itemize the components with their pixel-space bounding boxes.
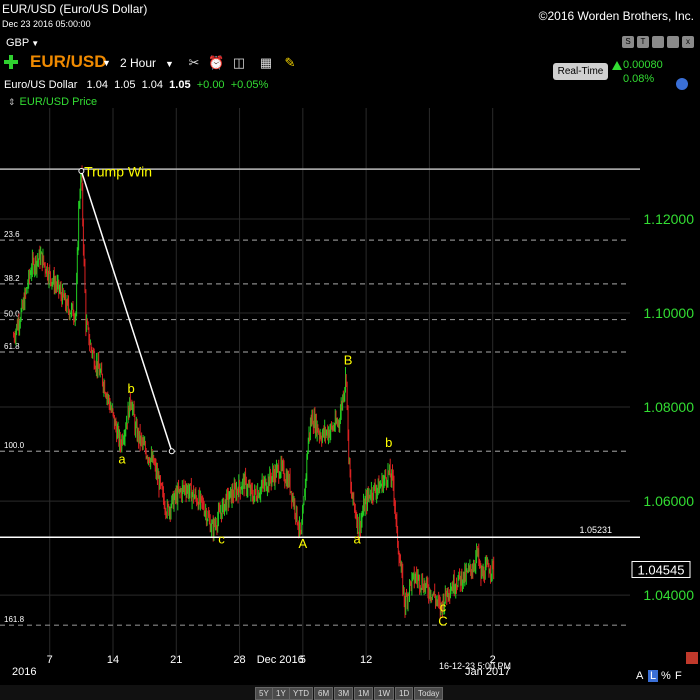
overlay-lines: 1.05231 (0, 168, 640, 538)
range-1m[interactable]: 1M (354, 687, 374, 700)
wave-label: b (385, 435, 392, 450)
scale-f-button[interactable]: F (675, 670, 682, 682)
support-label: 1.05231 (579, 525, 612, 535)
price-bars (13, 165, 495, 620)
x-tick-label: 12 (360, 654, 372, 666)
range-today[interactable]: Today (414, 687, 444, 700)
y-tick-label: 1.10000 (643, 305, 694, 321)
wave-label: C (438, 614, 447, 629)
wave-label: a (118, 451, 126, 466)
wave-label: c (440, 600, 447, 615)
wave-label: B (344, 353, 353, 368)
fib-label: 50.0 (4, 310, 20, 319)
trend-line (80, 170, 173, 452)
range-6m[interactable]: 6M (314, 687, 334, 700)
fib-label: 38.2 (4, 274, 20, 283)
x-tick-label: 21 (170, 654, 182, 666)
x-tick-label: 14 (107, 654, 119, 666)
scale-log-button[interactable]: L (648, 670, 659, 682)
grid-lines (0, 108, 630, 660)
fib-label: 61.8 (4, 342, 20, 351)
price-chart[interactable]: 23.6 38.2 50.0 61.8 100.0 161.8 1.05231 Trump… (0, 0, 700, 700)
x-tick-label: 5 (300, 654, 306, 666)
y-tick-label: 1.06000 (643, 493, 694, 509)
scale-arith-button[interactable]: A (636, 670, 643, 682)
scale-percent-button[interactable]: % (661, 670, 671, 682)
range-5y[interactable]: 5Y (255, 687, 273, 700)
y-tick-label: 1.08000 (643, 399, 694, 415)
current-price-label: 1.04545 (638, 562, 685, 577)
range-1y[interactable]: 1Y (272, 687, 290, 700)
axes: 1.12000 1.10000 1.08000 1.06000 1.04000 1.045… (12, 211, 694, 678)
x-tick-label: 7 (47, 654, 53, 666)
wave-label: a (353, 531, 361, 546)
fib-label: 23.6 (4, 230, 20, 239)
y-tick-label: 1.12000 (643, 211, 694, 227)
x-tick-label: 28 (233, 654, 245, 666)
range-1d[interactable]: 1D (395, 687, 414, 700)
trend-anchor (168, 448, 175, 455)
fib-label: 161.8 (4, 615, 25, 624)
wave-label: c (218, 531, 225, 546)
x-tick-label: Dec 2016 (257, 654, 304, 666)
range-3m[interactable]: 3M (334, 687, 354, 700)
x-left-label: 2016 (12, 666, 36, 678)
wave-labels: Trump Winbac ABabcC (84, 164, 448, 629)
x-cursor-label: 16-12-23 5:00 PM (439, 661, 511, 671)
wave-label: b (127, 381, 134, 396)
fib-label: 100.0 (4, 441, 25, 450)
pencil-icon[interactable] (686, 652, 698, 664)
range-1w[interactable]: 1W (374, 687, 394, 700)
range-ytd[interactable]: YTD (289, 687, 313, 700)
wave-label: A (299, 536, 308, 551)
wave-label: Trump Win (84, 164, 152, 180)
y-tick-label: 1.04000 (643, 587, 694, 603)
